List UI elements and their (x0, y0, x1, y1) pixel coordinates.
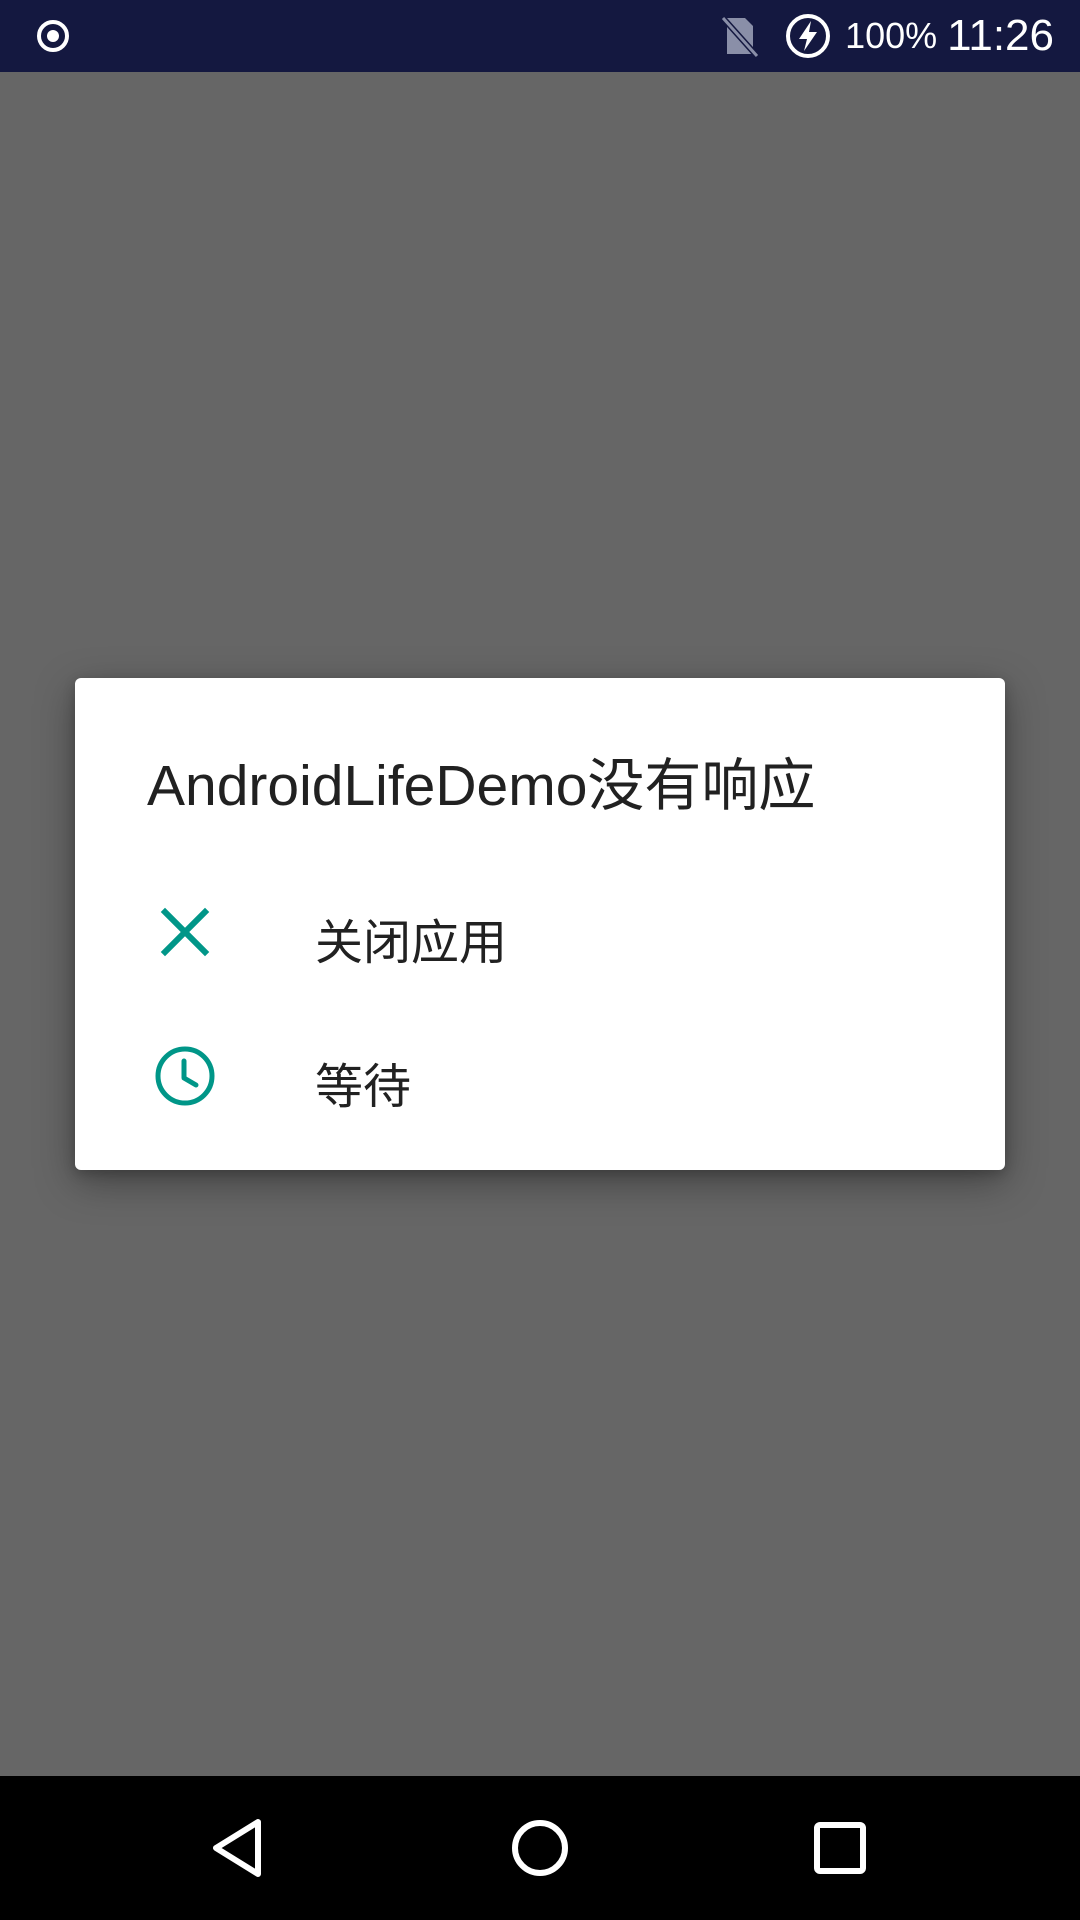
status-right: 100% 11:26 (719, 0, 1054, 72)
clock-icon (155, 1046, 215, 1106)
wait-label: 等待 (315, 1059, 412, 1115)
home-icon (512, 1820, 568, 1876)
dialog-title: AndroidLifeDemo没有响应 (147, 754, 816, 818)
back-icon (213, 1819, 261, 1877)
recents-icon (814, 1822, 866, 1874)
close-icon (160, 907, 210, 957)
battery-charging-icon (786, 14, 831, 58)
battery-percent: 100% (845, 15, 938, 56)
close-app-label: 关闭应用 (315, 915, 508, 971)
radio-record-icon (37, 20, 69, 52)
no-sim-icon (720, 15, 760, 58)
navigation-bar (0, 1776, 1080, 1920)
close-app-option[interactable]: 关闭应用 (75, 860, 1005, 1000)
app-not-responding-dialog: AndroidLifeDemo没有响应 关闭应用 等待 (75, 678, 1005, 1170)
screen: 100% 11:26 AndroidLifeDemo没有响应 关闭应用 等待 (0, 0, 1080, 1920)
home-button[interactable] (490, 1798, 590, 1898)
status-bar: 100% 11:26 (0, 0, 1080, 72)
wait-option[interactable]: 等待 (75, 1004, 1005, 1144)
clock: 11:26 (947, 11, 1054, 60)
back-button[interactable] (190, 1798, 290, 1898)
recents-button[interactable] (790, 1798, 890, 1898)
